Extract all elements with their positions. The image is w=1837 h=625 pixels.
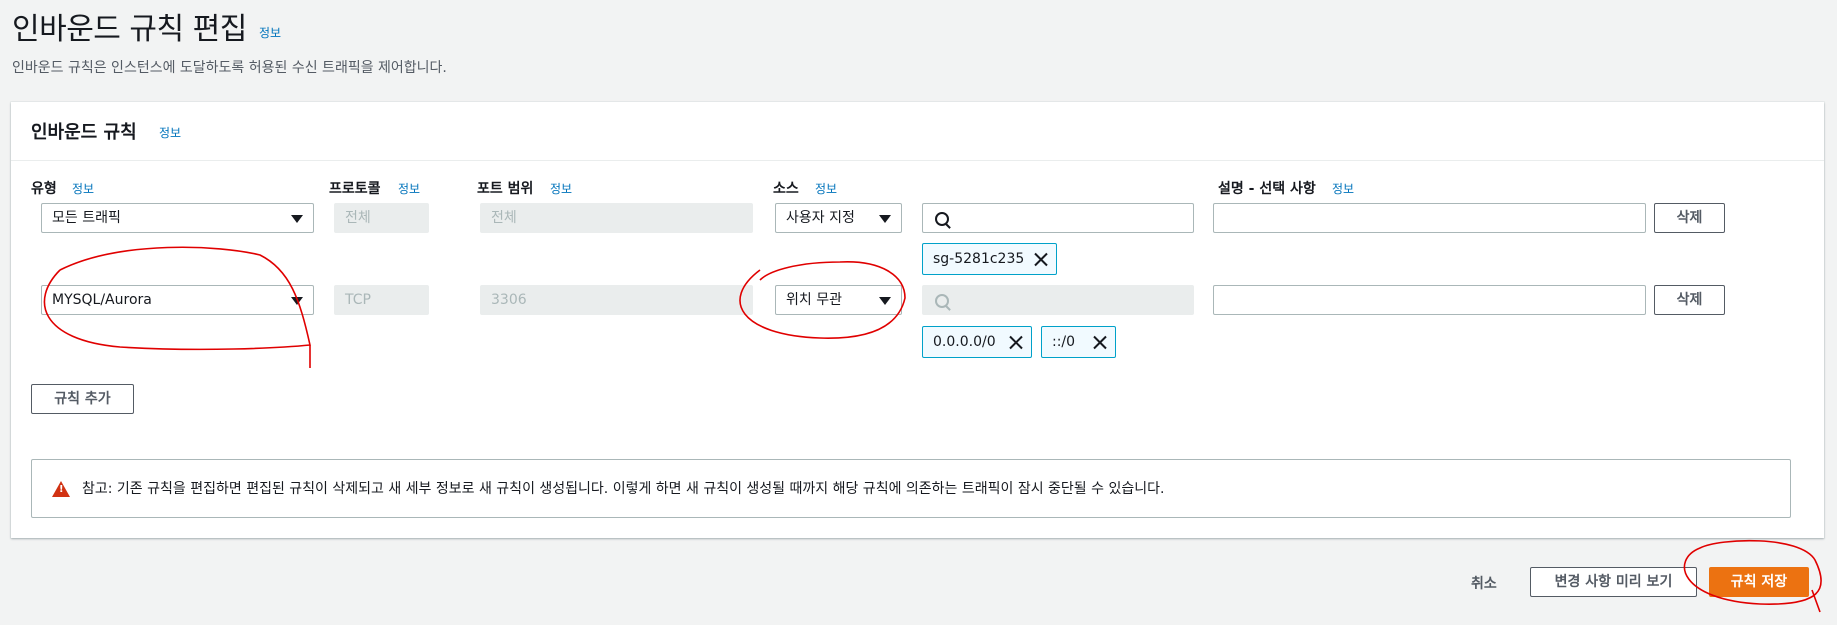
annotation-circle-type bbox=[43, 246, 311, 368]
annotation-circle-save bbox=[1683, 539, 1822, 613]
annotation-circle-source bbox=[739, 261, 906, 339]
annotation-overlay bbox=[43, 246, 1822, 613]
